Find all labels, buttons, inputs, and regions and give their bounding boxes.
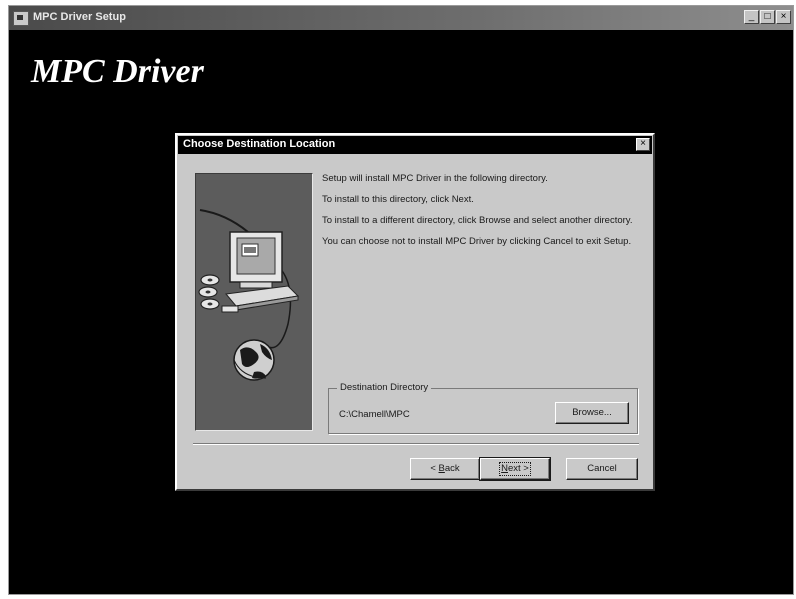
message-line: Setup will install MPC Driver in the fol… [322,173,548,184]
destination-path: C:\Chamell\MPC [339,409,410,420]
computer-monitor-icon [225,231,300,311]
destination-directory-label: Destination Directory [337,382,432,393]
window-controls: _ □ × [744,10,791,24]
dialog-title: Choose Destination Location [183,138,336,150]
choose-destination-dialog: Choose Destination Location × Setup will… [175,133,655,491]
close-button[interactable]: × [776,10,791,24]
setup-window: MPC Driver Setup _ □ × MPC Driver Choose… [8,5,794,595]
browse-button[interactable]: Browse... [555,402,629,424]
back-button[interactable]: < Back [410,458,480,480]
destination-directory-group: Destination Directory C:\Chamell\MPC Bro… [328,382,638,434]
window-titlebar[interactable]: MPC Driver Setup _ □ × [9,6,793,30]
globe-icon [233,339,275,381]
dialog-close-button[interactable]: × [636,138,650,151]
next-button[interactable]: Next > [479,457,551,481]
dialog-titlebar[interactable]: Choose Destination Location × [178,136,652,154]
banner-title: MPC Driver [31,53,204,90]
minimize-button[interactable]: _ [744,10,759,24]
setup-app-icon[interactable] [13,11,29,26]
setup-illustration-graphic [198,209,300,381]
maximize-button[interactable]: □ [760,10,775,24]
back-button-prefix: < [430,463,439,474]
focus-ring [499,462,531,476]
message-line: To install to a different directory, cli… [322,215,633,226]
window-title: MPC Driver Setup [33,11,126,23]
button-separator [193,443,639,445]
setup-illustration [195,173,313,431]
message-line: You can choose not to install MPC Driver… [322,236,632,247]
cancel-button[interactable]: Cancel [566,458,638,480]
back-button-label: ack [444,463,460,474]
dialog-message: Setup will install MPC Driver in the fol… [322,173,642,257]
message-line: To install to this directory, click Next… [322,194,474,205]
